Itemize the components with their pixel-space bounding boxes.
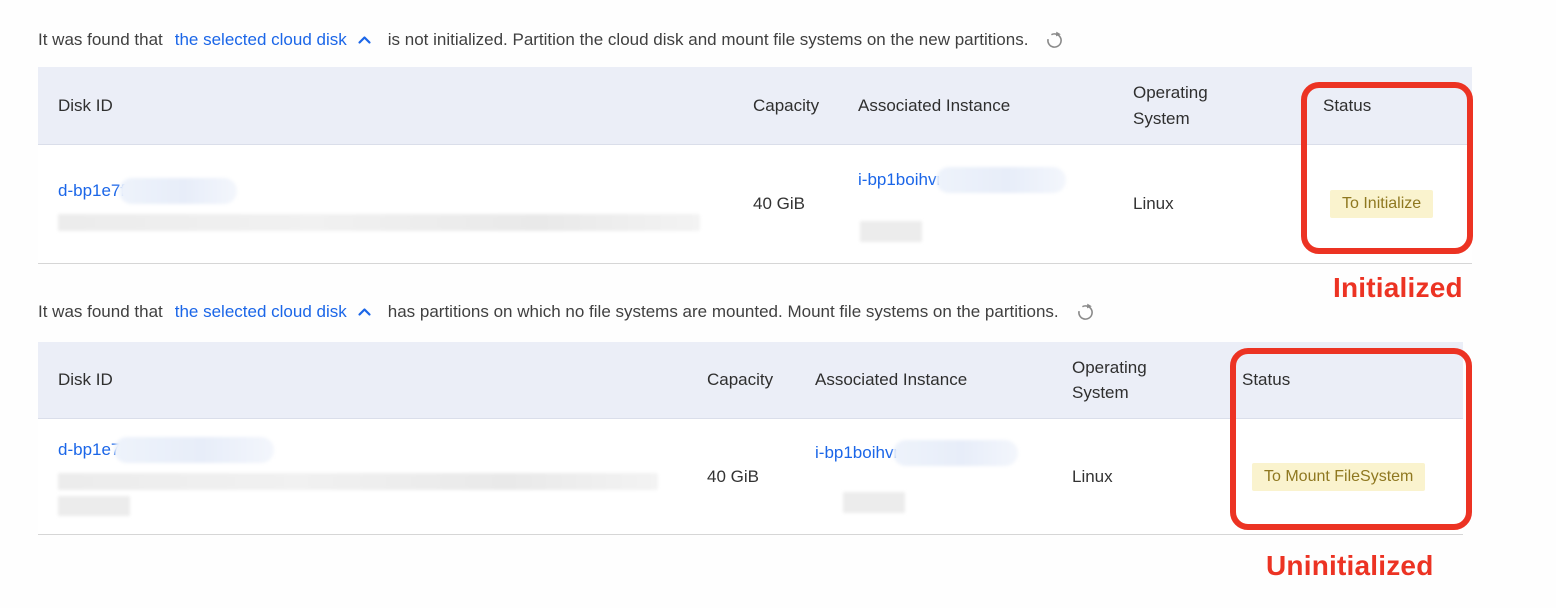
notice-prefix: It was found that <box>38 302 163 322</box>
header-status: Status <box>1308 96 1472 116</box>
redacted-disk-meta <box>58 496 130 516</box>
header-disk-id: Disk ID <box>38 370 692 390</box>
redacted-instance-name <box>860 221 922 242</box>
refresh-icon[interactable] <box>1045 31 1064 50</box>
selected-cloud-disk-link[interactable]: the selected cloud disk <box>175 302 347 322</box>
instance-cell: i-bp1boihvr <box>843 167 1118 242</box>
redacted-disk-name <box>58 214 700 231</box>
header-operating-system: Operating System <box>1118 80 1308 131</box>
selected-cloud-disk-link[interactable]: the selected cloud disk <box>175 30 347 50</box>
chevron-up-icon[interactable] <box>357 307 372 317</box>
redacted-disk-id <box>119 178 237 204</box>
redacted-instance-name <box>843 492 905 513</box>
capacity-cell: 40 GiB <box>738 194 843 214</box>
table-header-row: Disk ID Capacity Associated Instance Ope… <box>38 67 1472 145</box>
refresh-icon[interactable] <box>1076 303 1095 322</box>
status-cell: To Mount FileSystem <box>1227 463 1463 491</box>
status-badge: To Mount FileSystem <box>1252 463 1425 491</box>
disk-initialization-panel: It was found that the selected cloud dis… <box>0 0 1556 608</box>
uninitialized-disks-table: Disk ID Capacity Associated Instance Ope… <box>38 67 1472 264</box>
table-header-row: Disk ID Capacity Associated Instance Ope… <box>38 342 1463 419</box>
header-status: Status <box>1227 370 1463 390</box>
notice-suffix: is not initialized. Partition the cloud … <box>388 30 1029 50</box>
notice-suffix: has partitions on which no file systems … <box>388 302 1059 322</box>
redacted-instance-id <box>893 440 1018 466</box>
header-associated-instance: Associated Instance <box>800 370 1057 390</box>
table-row: d-bp1e7f 40 GiB i-bp1boihvr Linux To Ini… <box>38 145 1472 264</box>
notice-prefix: It was found that <box>38 30 163 50</box>
header-capacity: Capacity <box>738 96 843 116</box>
disk-id-cell: d-bp1e7 <box>38 437 692 516</box>
status-cell: To Initialize <box>1308 190 1472 218</box>
notice-uninitialized-disk: It was found that the selected cloud dis… <box>38 27 1064 53</box>
instance-id-link[interactable]: i-bp1boihvr <box>858 170 942 190</box>
unmounted-disks-table: Disk ID Capacity Associated Instance Ope… <box>38 342 1463 535</box>
status-badge: To Initialize <box>1330 190 1433 218</box>
annotation-label-uninitialized: Uninitialized <box>1266 550 1434 582</box>
instance-cell: i-bp1boihvr <box>800 440 1057 513</box>
header-operating-system: Operating System <box>1057 355 1227 406</box>
capacity-cell: 40 GiB <box>692 467 800 487</box>
os-cell: Linux <box>1118 194 1308 214</box>
redacted-instance-id <box>936 167 1066 193</box>
annotation-label-initialized: Initialized <box>1333 272 1463 304</box>
disk-id-link[interactable]: d-bp1e7 <box>58 440 120 460</box>
header-associated-instance: Associated Instance <box>843 96 1118 116</box>
instance-id-link[interactable]: i-bp1boihvr <box>815 443 899 463</box>
header-capacity: Capacity <box>692 370 800 390</box>
chevron-up-icon[interactable] <box>357 35 372 45</box>
notice-unmounted-partitions: It was found that the selected cloud dis… <box>38 299 1095 325</box>
disk-id-cell: d-bp1e7f <box>38 178 738 231</box>
disk-id-link[interactable]: d-bp1e7f <box>58 181 125 201</box>
redacted-disk-id <box>114 437 274 463</box>
header-disk-id: Disk ID <box>38 96 738 116</box>
table-row: d-bp1e7 40 GiB i-bp1boihvr Linux To Moun… <box>38 419 1463 535</box>
os-cell: Linux <box>1057 467 1227 487</box>
redacted-disk-name <box>58 473 658 490</box>
